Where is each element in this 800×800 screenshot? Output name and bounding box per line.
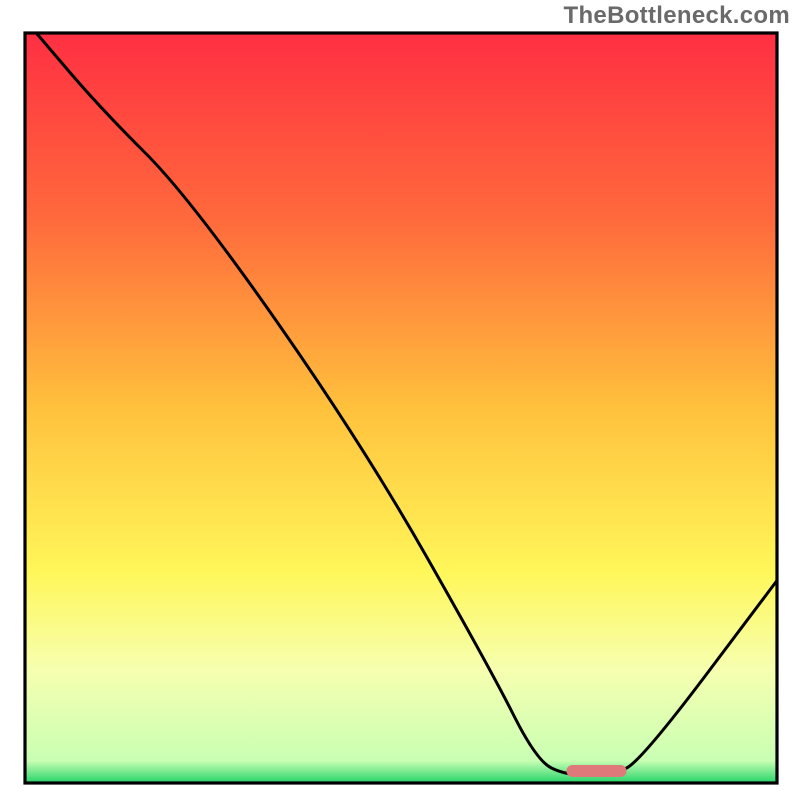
bottleneck-chart (0, 0, 800, 800)
optimal-range-marker (566, 765, 626, 777)
chart-frame: TheBottleneck.com (0, 0, 800, 800)
